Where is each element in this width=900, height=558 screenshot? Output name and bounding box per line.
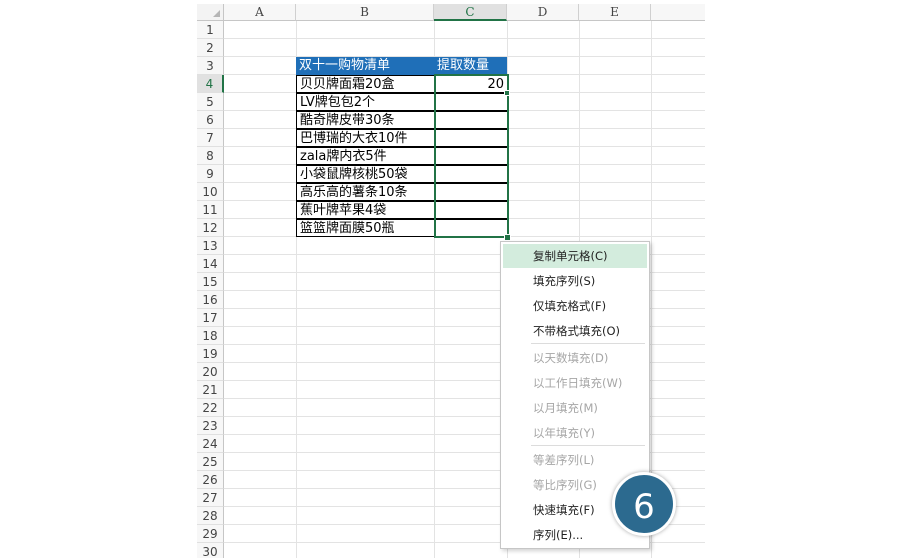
menu-separator: [531, 445, 645, 446]
item-name-cell[interactable]: 巴博瑞的大衣10件: [296, 129, 435, 147]
row-header-12[interactable]: 12: [197, 219, 224, 237]
qty-cell[interactable]: [434, 165, 508, 183]
item-name-cell[interactable]: 酷奇牌皮带30条: [296, 111, 435, 129]
row-header-28[interactable]: 28: [197, 507, 224, 525]
select-all-corner[interactable]: [197, 4, 224, 21]
row-header-8[interactable]: 8: [197, 147, 224, 165]
qty-cell[interactable]: [434, 183, 508, 201]
qty-cell[interactable]: [434, 93, 508, 111]
row-header-26[interactable]: 26: [197, 471, 224, 489]
menu-item-fill-days: 以天数填充(D): [533, 351, 609, 365]
column-header-e[interactable]: E: [579, 4, 651, 21]
row-header-10[interactable]: 10: [197, 183, 224, 201]
row-header-3[interactable]: 3: [197, 57, 224, 75]
qty-cell[interactable]: [434, 147, 508, 165]
select-all-triangle-icon: [213, 10, 220, 17]
table-header-item[interactable]: 双十一购物清单: [296, 57, 434, 75]
row-header-5[interactable]: 5: [197, 93, 224, 111]
item-name-cell[interactable]: 高乐高的薯条10条: [296, 183, 435, 201]
row-header-23[interactable]: 23: [197, 417, 224, 435]
menu-item-linear-trend: 等差序列(L): [533, 453, 595, 467]
column-header-next[interactable]: [651, 4, 705, 21]
row-header-6[interactable]: 6: [197, 111, 224, 129]
row-header-20[interactable]: 20: [197, 363, 224, 381]
row-header-2[interactable]: 2: [197, 39, 224, 57]
column-header-a[interactable]: A: [224, 4, 296, 21]
row-header-15[interactable]: 15: [197, 273, 224, 291]
row-header-30[interactable]: 30: [197, 543, 224, 558]
item-name-cell[interactable]: 蕉叶牌苹果4袋: [296, 201, 435, 219]
qty-cell[interactable]: [434, 219, 508, 237]
menu-item-fill-months: 以月填充(M): [533, 401, 598, 415]
menu-item-fill-formatting-only[interactable]: 仅填充格式(F): [503, 294, 647, 318]
menu-item-copy-cells[interactable]: 复制单元格(C): [503, 244, 647, 268]
item-name-cell[interactable]: zala牌内衣5件: [296, 147, 435, 165]
row-header-18[interactable]: 18: [197, 327, 224, 345]
row-gridline: [224, 38, 705, 39]
column-header-b[interactable]: B: [296, 4, 434, 21]
active-cell-corner: [504, 90, 510, 96]
qty-cell[interactable]: 20: [434, 75, 508, 93]
menu-item-fill-without-formatting[interactable]: 不带格式填充(O): [503, 319, 647, 343]
menu-item-fill-years: 以年填充(Y): [533, 426, 595, 440]
row-header-22[interactable]: 22: [197, 399, 224, 417]
item-name-cell[interactable]: 篮篮牌面膜50瓶: [296, 219, 435, 237]
row-header-24[interactable]: 24: [197, 435, 224, 453]
table-header-qty[interactable]: 提取数量: [434, 57, 507, 75]
step-number-badge: 6: [612, 472, 676, 536]
row-header-17[interactable]: 17: [197, 309, 224, 327]
item-name-cell[interactable]: 贝贝牌面霜20盒: [296, 75, 435, 93]
fill-handle[interactable]: [504, 234, 511, 241]
row-header-25[interactable]: 25: [197, 453, 224, 471]
row-header-21[interactable]: 21: [197, 381, 224, 399]
row-header-14[interactable]: 14: [197, 255, 224, 273]
row-header-16[interactable]: 16: [197, 291, 224, 309]
row-header-9[interactable]: 9: [197, 165, 224, 183]
item-name-cell[interactable]: 小袋鼠牌核桃50袋: [296, 165, 435, 183]
row-header-11[interactable]: 11: [197, 201, 224, 219]
row-header-13[interactable]: 13: [197, 237, 224, 255]
row-header-29[interactable]: 29: [197, 525, 224, 543]
row-header-19[interactable]: 19: [197, 345, 224, 363]
row-header-27[interactable]: 27: [197, 489, 224, 507]
row-header-1[interactable]: 1: [197, 21, 224, 39]
menu-separator: [531, 343, 645, 344]
column-header-c[interactable]: C: [434, 4, 507, 21]
qty-cell[interactable]: [434, 129, 508, 147]
qty-cell[interactable]: [434, 201, 508, 219]
menu-item-fill-weekdays: 以工作日填充(W): [533, 376, 623, 390]
item-name-cell[interactable]: LV牌包包2个: [296, 93, 435, 111]
menu-item-fill-series[interactable]: 填充序列(S): [503, 269, 647, 293]
row-header-4[interactable]: 4: [197, 75, 224, 93]
column-header-d[interactable]: D: [507, 4, 579, 21]
qty-cell[interactable]: [434, 111, 508, 129]
row-header-7[interactable]: 7: [197, 129, 224, 147]
